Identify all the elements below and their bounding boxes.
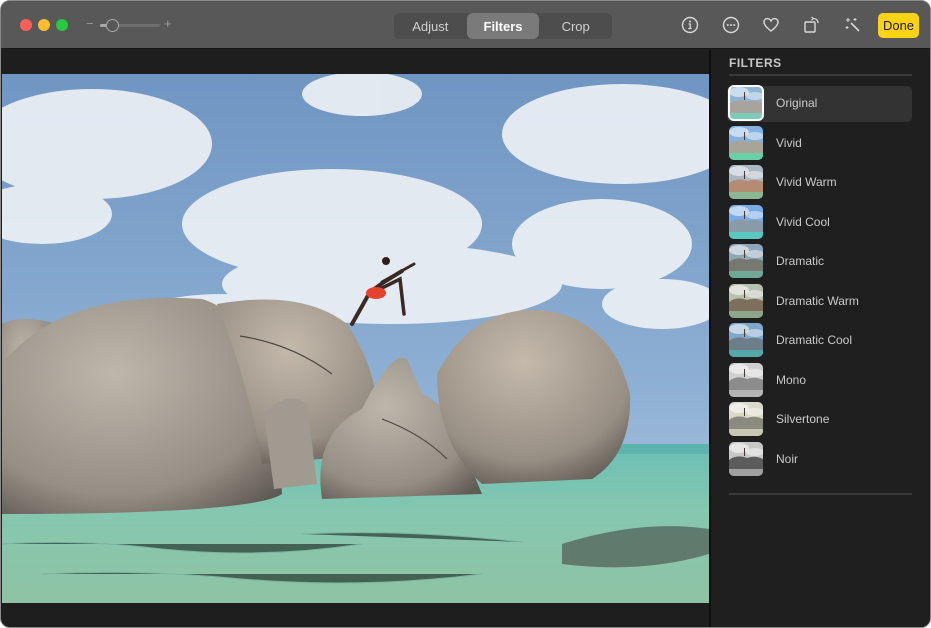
filter-label: Noir xyxy=(776,451,799,466)
auto-enhance-icon[interactable] xyxy=(843,15,863,35)
tab-adjust[interactable]: Adjust xyxy=(394,13,467,39)
filter-thumbnail xyxy=(728,85,764,121)
maximize-window-button[interactable] xyxy=(56,19,68,31)
photo-preview[interactable] xyxy=(2,74,709,603)
filter-item-vivid[interactable]: Vivid xyxy=(727,125,912,162)
photos-edit-window: − + Adjust Filters Crop Done FILTERS Ori… xyxy=(0,0,931,628)
filter-item-vivid-cool[interactable]: Vivid Cool xyxy=(727,204,912,241)
minimize-window-button[interactable] xyxy=(38,19,50,31)
filter-thumbnail xyxy=(729,441,763,476)
info-icon[interactable] xyxy=(680,15,700,35)
filter-item-noir[interactable]: Noir xyxy=(727,441,912,478)
favorite-heart-icon[interactable] xyxy=(761,15,781,35)
filter-item-mono[interactable]: Mono xyxy=(727,362,912,399)
filter-thumbnail xyxy=(729,402,763,436)
filter-label: Dramatic Warm xyxy=(776,293,859,308)
list-divider xyxy=(729,493,912,495)
filter-label: Dramatic Cool xyxy=(776,333,853,347)
filters-heading: FILTERS xyxy=(729,56,782,70)
zoom-out-icon[interactable]: − xyxy=(86,16,94,31)
tab-filters[interactable]: Filters xyxy=(466,13,540,39)
filter-thumbnail xyxy=(729,283,763,318)
filter-label: Mono xyxy=(776,372,807,387)
filter-item-original[interactable]: Original xyxy=(727,85,912,122)
toolbar: − + Adjust Filters Crop Done xyxy=(1,1,930,49)
rotate-icon[interactable] xyxy=(802,15,822,35)
filter-item-dramatic-warm[interactable]: Dramatic Warm xyxy=(727,283,912,320)
filter-label: Vivid Cool xyxy=(776,214,830,229)
done-button[interactable]: Done xyxy=(878,13,919,38)
filter-thumbnail xyxy=(729,323,763,357)
filter-item-dramatic-cool[interactable]: Dramatic Cool xyxy=(727,323,912,359)
filter-item-vivid-warm[interactable]: Vivid Warm xyxy=(727,165,912,201)
filter-thumbnail xyxy=(729,165,763,199)
filter-thumbnail xyxy=(729,125,763,160)
close-window-button[interactable] xyxy=(20,19,32,31)
filter-thumbnail xyxy=(729,204,763,239)
photo-canvas xyxy=(1,50,709,627)
filter-thumbnail xyxy=(729,244,763,278)
edit-mode-tabs: Adjust Filters Crop xyxy=(394,13,612,39)
filter-label: Vivid xyxy=(776,135,802,150)
filter-label: Silvertone xyxy=(776,412,830,426)
more-icon[interactable] xyxy=(721,15,741,35)
heading-divider xyxy=(729,74,912,76)
zoom-slider-knob[interactable] xyxy=(105,19,119,32)
filter-label: Vivid Warm xyxy=(776,175,837,189)
zoom-in-icon[interactable]: + xyxy=(164,16,172,31)
filter-item-dramatic[interactable]: Dramatic xyxy=(727,244,912,280)
tab-crop[interactable]: Crop xyxy=(539,13,612,39)
filters-sidebar: FILTERS Original Vivid Vivid Warm Vivid Coo… xyxy=(711,50,930,627)
filter-thumbnail xyxy=(729,362,763,397)
filter-item-silvertone[interactable]: Silvertone xyxy=(727,402,912,438)
filter-label: Dramatic xyxy=(776,254,825,268)
filter-label: Original xyxy=(776,96,818,110)
